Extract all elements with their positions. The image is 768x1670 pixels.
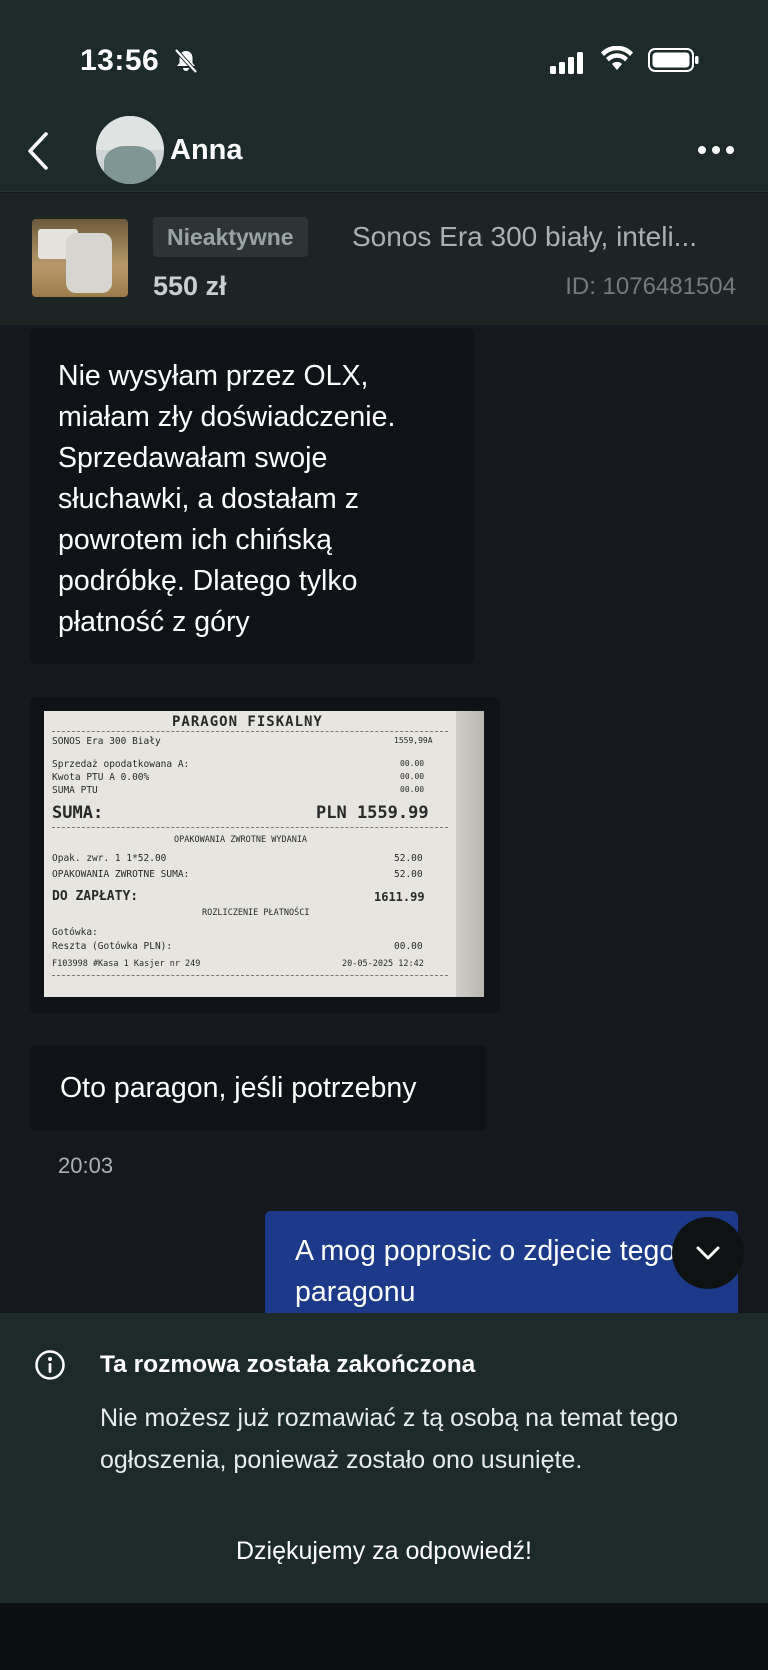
receipt-line-value: 00.00 [400, 785, 425, 794]
status-time: 13:56 [80, 44, 160, 77]
wifi-icon [600, 45, 634, 77]
receipt-line-value: 00.00 [394, 941, 423, 952]
message-timestamp: 20:03 [58, 1153, 114, 1178]
contact-name[interactable]: Anna [170, 134, 243, 167]
receipt-header: PARAGON FISKALNY [172, 714, 323, 730]
conversation-ended-panel: Ta rozmowa została zakończona Nie możesz… [0, 1313, 768, 1603]
listing-price: 550 zł [153, 271, 227, 301]
receipt-line: Kwota PTU A 0.00% [52, 772, 150, 783]
receipt-line: Opak. zwr. 1 1*52.00 [52, 853, 167, 864]
bottom-bar [0, 1603, 768, 1670]
receipt-line: OPAKOWANIA ZWROTNE SUMA: [52, 869, 190, 880]
message-image[interactable]: PARAGON FISKALNY SONOS Era 300 Biały 155… [30, 697, 500, 1013]
more-horizontal-icon [698, 146, 734, 154]
more-options-button[interactable] [696, 140, 736, 160]
receipt-line: SUMA PTU [52, 785, 98, 796]
status-bar: 13:56 [0, 0, 768, 110]
message-outgoing: A mog poprosic o zdjecie tego paragonu [265, 1211, 738, 1313]
receipt-total-label: DO ZAPŁATY: [52, 889, 139, 904]
avatar[interactable] [96, 116, 164, 184]
ended-description: Nie możesz już rozmawiać z tą osobą na t… [100, 1404, 679, 1474]
receipt-line-value: 52.00 [394, 853, 423, 864]
message-incoming: Oto paragon, jeśli potrzebny [30, 1045, 486, 1131]
ended-title: Ta rozmowa została zakończona [100, 1351, 476, 1378]
chevron-left-icon [28, 132, 48, 170]
receipt-line-value: 20-05-2025 12:42 [342, 959, 424, 969]
status-badge: Nieaktywne [153, 217, 308, 257]
chat-header: Anna [0, 110, 768, 192]
signal-icon [550, 52, 586, 79]
receipt-line: Gotówka: [52, 927, 98, 938]
receipt-total-value: 1611.99 [374, 890, 425, 904]
message-incoming: Nie wysyłam przez OLX, miałam zły doświa… [30, 328, 474, 664]
info-icon [34, 1349, 66, 1381]
receipt-photo[interactable]: PARAGON FISKALNY SONOS Era 300 Biały 155… [44, 711, 484, 997]
listing-thumbnail[interactable] [32, 219, 128, 297]
receipt-section-header: OPAKOWANIA ZWROTNE WYDANIA [174, 835, 308, 845]
receipt-line-value: 52.00 [394, 869, 423, 880]
listing-id: ID: 1076481504 [565, 273, 736, 300]
receipt-line: Reszta (Gotówka PLN): [52, 941, 173, 952]
listing-title[interactable]: Sonos Era 300 biały, inteli... [352, 221, 752, 253]
scroll-to-bottom-button[interactable] [672, 1217, 744, 1289]
receipt-suma-label: SUMA: [52, 803, 104, 823]
receipt-line-value: 00.00 [400, 759, 425, 768]
chat-area[interactable]: Nie wysyłam przez OLX, miałam zły doświa… [0, 325, 768, 1313]
receipt-line: SONOS Era 300 Biały [52, 736, 161, 747]
listing-bar[interactable]: Nieaktywne Sonos Era 300 biały, inteli..… [0, 193, 768, 325]
receipt-line-value: 00.00 [400, 772, 425, 781]
receipt-line: F103998 #Kasa 1 Kasjer nr 249 [52, 959, 201, 969]
chevron-down-icon [696, 1246, 720, 1260]
thanks-message: Dziękujemy za odpowiedź! [236, 1537, 532, 1565]
receipt-section-header: ROZLICZENIE PŁATNOŚCI [202, 908, 310, 918]
bell-off-icon [172, 47, 200, 75]
back-button[interactable] [22, 126, 62, 176]
receipt-line: Sprzedaż opodatkowana A: [52, 759, 190, 770]
battery-icon [648, 48, 700, 77]
receipt-suma-value: PLN 1559.99 [316, 803, 429, 823]
receipt-line-value: 1559,99A [394, 736, 433, 745]
